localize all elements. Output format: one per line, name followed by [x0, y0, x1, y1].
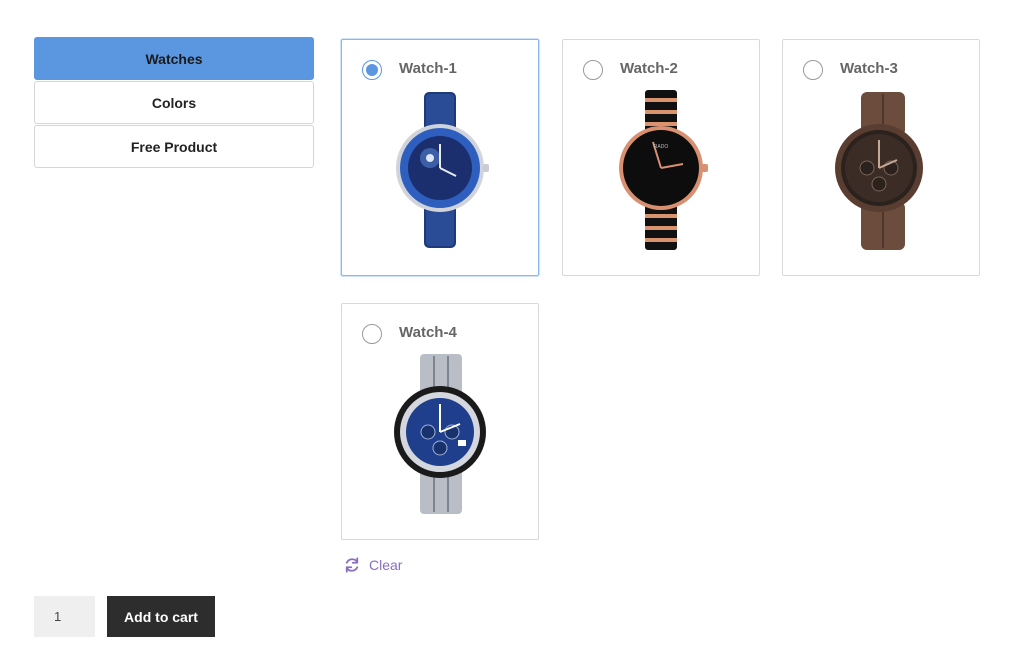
tab-free-product[interactable]: Free Product: [34, 125, 314, 168]
quantity-input[interactable]: [34, 596, 95, 637]
watch-3-image: [835, 92, 923, 250]
product-title: Watch-4: [399, 324, 457, 341]
watch-4-image: [394, 354, 486, 514]
refresh-icon: [345, 557, 359, 573]
watch-2-image: RADO: [619, 90, 708, 250]
product-card-watch-2[interactable]: Watch-2 RADO: [562, 39, 760, 276]
clear-selection-link[interactable]: Clear: [343, 556, 402, 574]
radio-watch-4[interactable]: [362, 324, 382, 344]
tab-watches[interactable]: Watches: [34, 37, 314, 80]
product-tab-list: Watches Colors Free Product: [34, 37, 314, 169]
tab-free-product-label: Free Product: [130, 138, 218, 155]
product-title: Watch-1: [399, 60, 457, 77]
add-to-cart-button[interactable]: Add to cart: [107, 596, 215, 637]
tab-colors-label: Colors: [151, 94, 197, 111]
product-card-watch-1[interactable]: Watch-1: [341, 39, 539, 276]
product-card-watch-3[interactable]: Watch-3: [782, 39, 980, 276]
svg-text:RADO: RADO: [654, 144, 669, 150]
tab-colors[interactable]: Colors: [34, 81, 314, 124]
product-title: Watch-3: [840, 60, 898, 77]
radio-watch-1[interactable]: [362, 60, 382, 80]
radio-watch-2[interactable]: [583, 60, 603, 80]
product-title: Watch-2: [620, 60, 678, 77]
product-card-watch-4[interactable]: Watch-4: [341, 303, 539, 540]
watch-1-image: [396, 92, 489, 248]
tab-watches-label: Watches: [145, 50, 203, 67]
clear-label: Clear: [369, 557, 403, 573]
radio-watch-3[interactable]: [803, 60, 823, 80]
